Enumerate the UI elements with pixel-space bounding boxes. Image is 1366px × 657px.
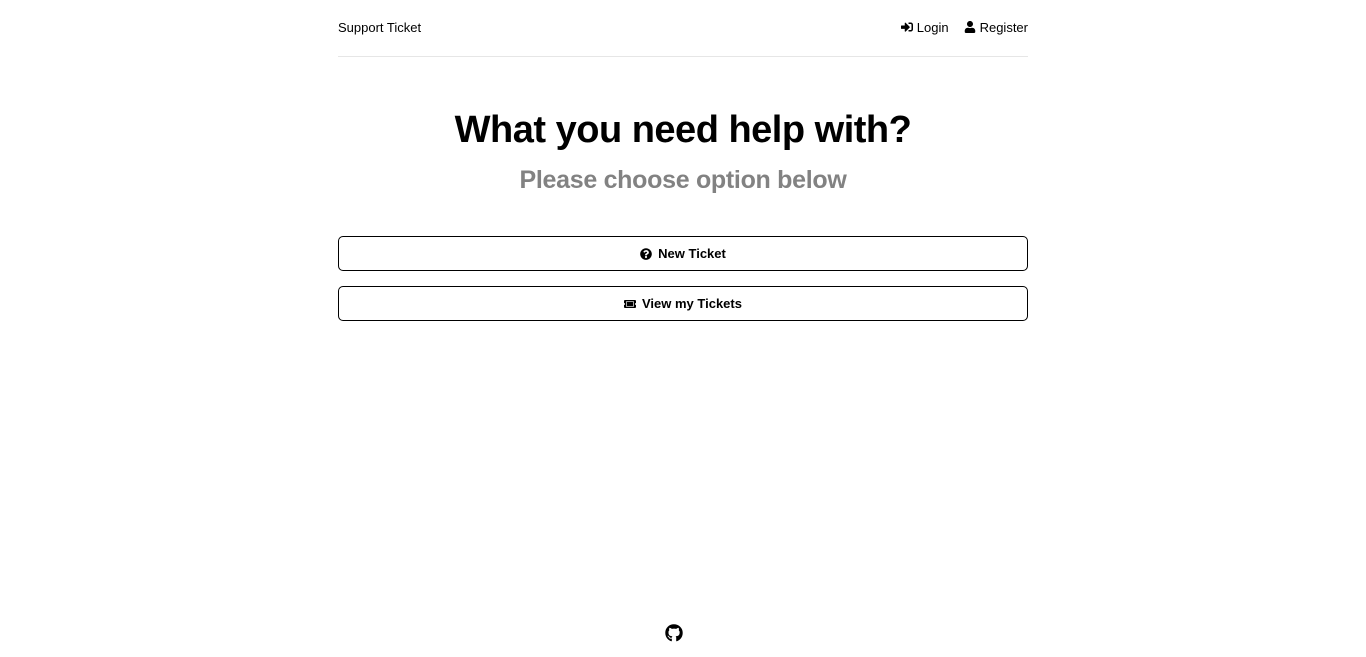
brand-link[interactable]: Support Ticket (338, 20, 421, 35)
hero-section: What you need help with? Please choose o… (338, 108, 1028, 195)
action-buttons: New Ticket View my Tickets (338, 236, 1028, 321)
top-header: Support Ticket Login Register (338, 0, 1028, 57)
login-label: Login (916, 19, 949, 35)
view-tickets-label: View my Tickets (642, 296, 742, 311)
page-container: Support Ticket Login Register What you n… (338, 0, 1028, 321)
question-circle-icon (640, 247, 652, 260)
view-tickets-button[interactable]: View my Tickets (338, 286, 1028, 321)
ticket-icon (624, 298, 636, 310)
new-ticket-label: New Ticket (658, 246, 726, 261)
new-ticket-button[interactable]: New Ticket (338, 236, 1028, 271)
register-label: Register (979, 19, 1028, 35)
header-nav: Login Register (900, 19, 1028, 35)
page-title: What you need help with? (454, 109, 912, 151)
login-link[interactable]: Login (900, 19, 949, 35)
sign-in-icon (900, 21, 913, 33)
register-link[interactable]: Register (964, 20, 1028, 35)
github-icon (665, 624, 683, 642)
page-subtitle: Please choose option below (519, 166, 847, 194)
user-icon (964, 21, 976, 33)
github-link[interactable] (665, 624, 683, 642)
page-footer (0, 624, 1366, 642)
